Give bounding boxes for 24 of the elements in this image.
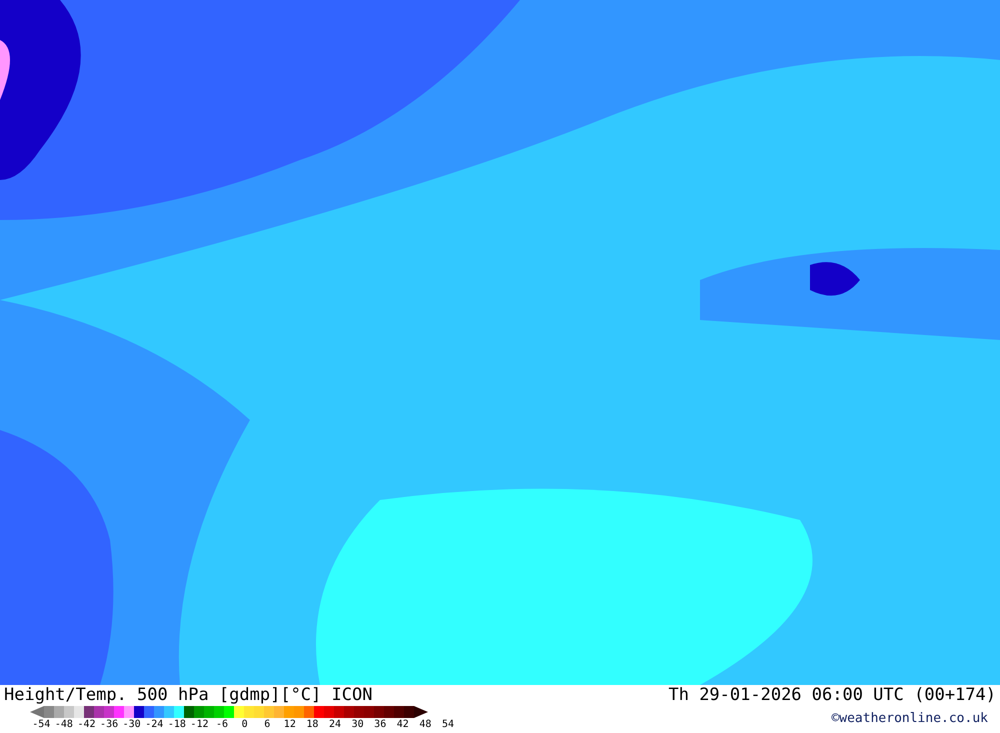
scale-label: -24: [144, 719, 164, 730]
scale-label: -18: [166, 719, 187, 730]
scale-label: -36: [99, 719, 120, 730]
copyright-link[interactable]: ©weatheronline.co.uk: [831, 711, 988, 726]
scale-label: 18: [305, 719, 320, 730]
scale-arrow-icon: [414, 706, 428, 718]
scale-label: -54: [31, 719, 52, 730]
scale-arrow-icon: [30, 706, 44, 718]
scale-label: 48: [418, 719, 432, 730]
map-title: Height/Temp. 500 hPa [gdmp][°C] ICON: [4, 685, 374, 705]
scale-label: -6: [215, 719, 230, 730]
scale-label: 24: [328, 719, 342, 730]
scale-label: 12: [282, 719, 297, 730]
scale-label: 6: [263, 719, 272, 730]
scale-label: -42: [76, 719, 97, 730]
scale-label: -12: [189, 719, 210, 730]
scale-label: 30: [350, 719, 365, 730]
scale-label: 54: [440, 719, 455, 730]
scale-label: -30: [122, 719, 142, 730]
scale-label: 42: [396, 719, 410, 730]
scale-label: 0: [240, 719, 249, 730]
valid-time: Th 29-01-2026 06:00 UTC (00+174): [668, 685, 996, 705]
scale-label: 36: [373, 719, 388, 730]
scale-label: -48: [54, 719, 74, 730]
